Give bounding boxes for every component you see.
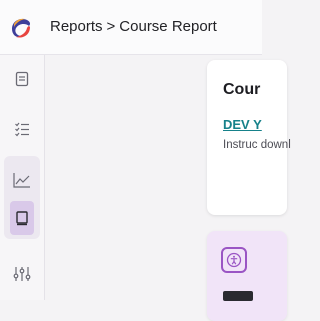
checklist-icon: [15, 122, 29, 137]
sidebar-item-settings[interactable]: [10, 262, 34, 286]
document-icon: [15, 71, 29, 87]
course-link[interactable]: DEV Y: [223, 117, 262, 132]
card-title: Cour: [223, 81, 261, 98]
sidebar-item-reports[interactable]: [10, 168, 34, 192]
accessibility-badge: [221, 247, 247, 273]
breadcrumb: Reports > Course Report: [50, 18, 217, 35]
breadcrumb-current: Course Report: [119, 18, 217, 35]
sidebar-item-course-report[interactable]: [10, 206, 34, 230]
accessibility-card[interactable]: [207, 231, 287, 321]
sidebar-item-checklist[interactable]: [10, 117, 34, 141]
breadcrumb-reports-link[interactable]: Reports: [50, 18, 103, 35]
breadcrumb-separator: >: [106, 18, 116, 35]
book-icon: [16, 211, 28, 226]
line-chart-icon: [13, 173, 30, 188]
top-bar: Reports > Course Report: [0, 0, 262, 55]
sliders-icon: [13, 267, 31, 281]
accessibility-icon: [226, 252, 242, 268]
app-logo-icon[interactable]: [8, 15, 34, 41]
course-info-card: Cour DEV Y Instruc downl: [207, 60, 291, 215]
card-description: Instruc downl: [223, 139, 291, 151]
sidebar-item-document[interactable]: [10, 67, 34, 91]
